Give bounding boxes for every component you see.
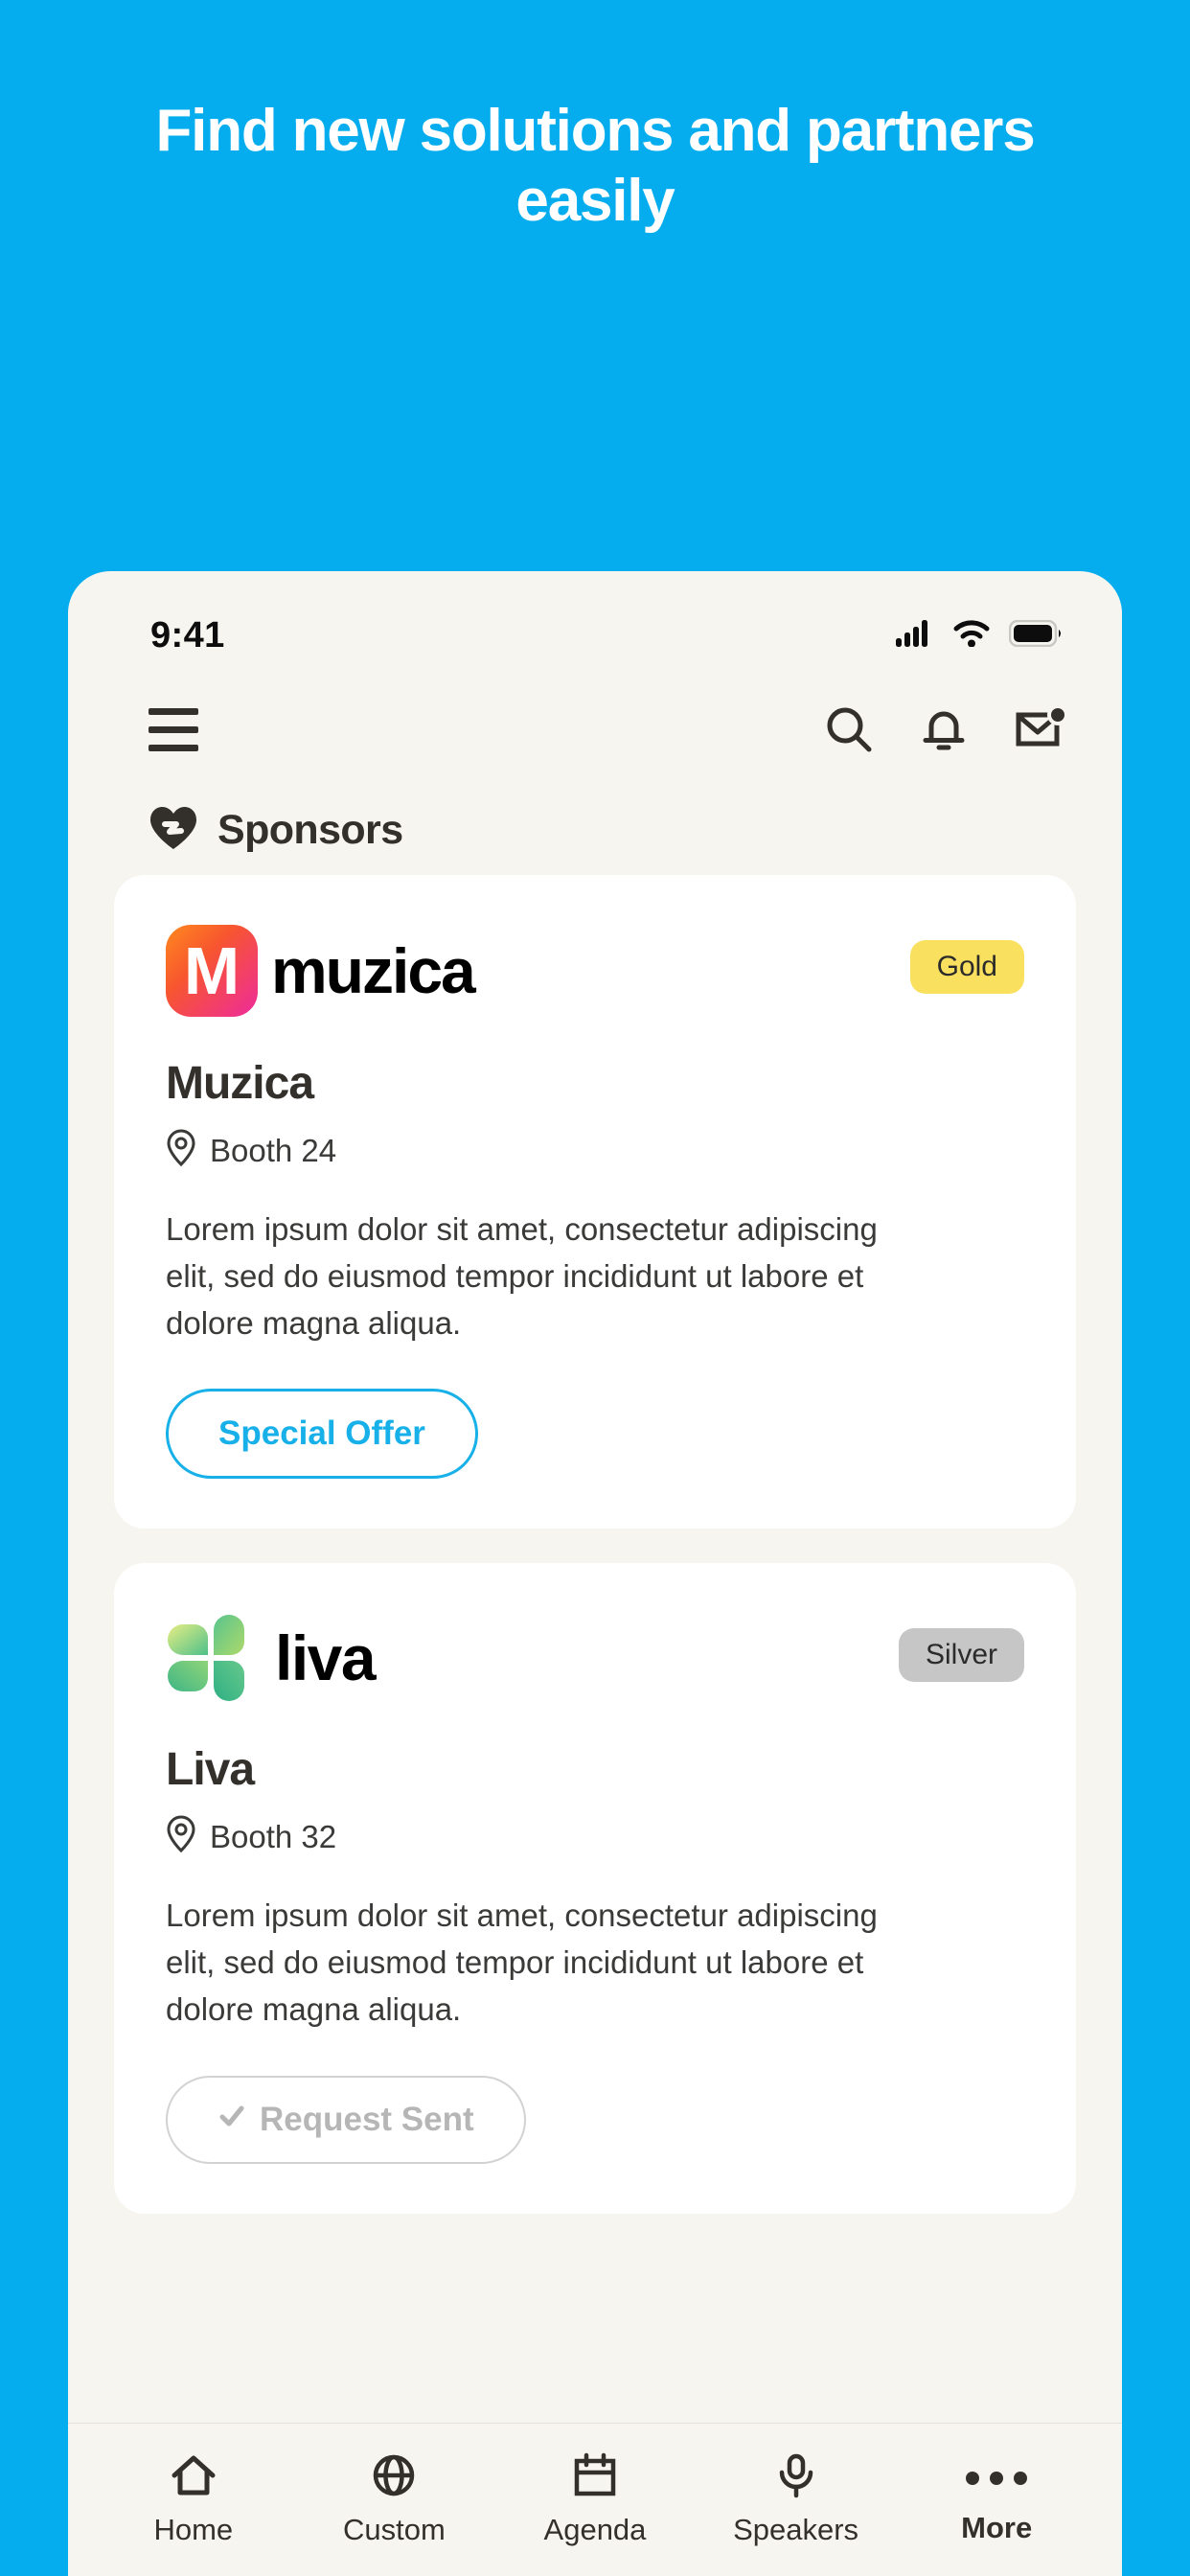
section-title: Sponsors [217,807,403,853]
home-icon [169,2452,218,2503]
sponsor-booth-label: Booth 24 [210,1132,337,1168]
status-bar: 9:41 [68,571,1122,677]
section-header: Sponsors [68,782,1122,875]
sponsor-booth-label: Booth 32 [210,1818,337,1854]
nav-item-agenda[interactable]: Agenda [494,2452,696,2547]
page-title: Find new solutions and partners easily [155,98,1036,235]
sponsor-list: M muzica Gold Muzica Booth 24 Lorem ipsu… [68,875,1122,2214]
hamburger-menu-icon[interactable] [149,702,198,757]
check-icon [217,2101,246,2139]
nav-item-speakers[interactable]: Speakers [696,2452,897,2547]
location-pin-icon [166,1815,196,1858]
sponsor-booth: Booth 32 [166,1815,1024,1858]
request-sent-label: Request Sent [260,2100,474,2138]
sponsor-description: Lorem ipsum dolor sit amet, consectetur … [166,1211,878,1341]
nav-label: Speakers [733,2513,859,2546]
nav-label: Agenda [543,2513,647,2546]
status-bar-time: 9:41 [150,614,225,656]
bottom-navigation: Home Custom Agenda Speakers More [68,2423,1122,2576]
phone-mockup: 9:41 Sponsors M muzica Gold Muzica Booth… [68,571,1122,2576]
sponsor-card-muzica[interactable]: M muzica Gold Muzica Booth 24 Lorem ipsu… [114,875,1076,1530]
nav-label: More [961,2510,1033,2544]
sponsor-logo-muzica: M muzica [166,925,476,1017]
globe-icon [369,2452,419,2503]
sponsor-name: Muzica [166,1058,314,1109]
sponsor-card-liva[interactable]: liva Silver Liva Booth 32 Lorem ipsum do… [114,1563,1076,2214]
nav-label: Custom [342,2513,446,2546]
nav-item-custom[interactable]: Custom [294,2452,495,2547]
mail-icon[interactable] [1013,703,1066,755]
more-dots-icon [966,2455,1028,2501]
sponsor-name: Liva [166,1744,255,1796]
status-badge-silver: Silver [898,1628,1024,1683]
liva-wordmark: liva [275,1622,377,1694]
nav-label: Home [153,2513,234,2546]
nav-item-more[interactable]: More [896,2455,1097,2545]
microphone-icon [771,2452,821,2503]
app-header [68,677,1122,782]
muzica-logo-mark: M [166,925,258,1017]
sponsor-description: Lorem ipsum dolor sit amet, consectetur … [166,1898,878,2028]
battery-icon [1008,619,1063,652]
search-icon[interactable] [823,703,875,755]
sponsor-booth: Booth 24 [166,1129,1024,1172]
sponsor-logo-liva: liva [166,1613,377,1703]
wifi-icon [953,619,990,652]
request-sent-button: Request Sent [166,2075,526,2164]
nav-item-home[interactable]: Home [93,2452,294,2547]
muzica-logo-glyph: M [183,933,240,1008]
notifications-bell-icon[interactable] [918,703,970,755]
muzica-wordmark: muzica [271,935,476,1006]
status-badge-gold: Gold [909,940,1024,994]
location-pin-icon [166,1129,196,1172]
special-offer-button[interactable]: Special Offer [166,1389,478,1480]
calendar-icon [570,2452,620,2503]
liva-logo-mark [166,1613,256,1703]
cellular-signal-icon [896,619,934,652]
sponsors-heart-icon [149,805,198,856]
